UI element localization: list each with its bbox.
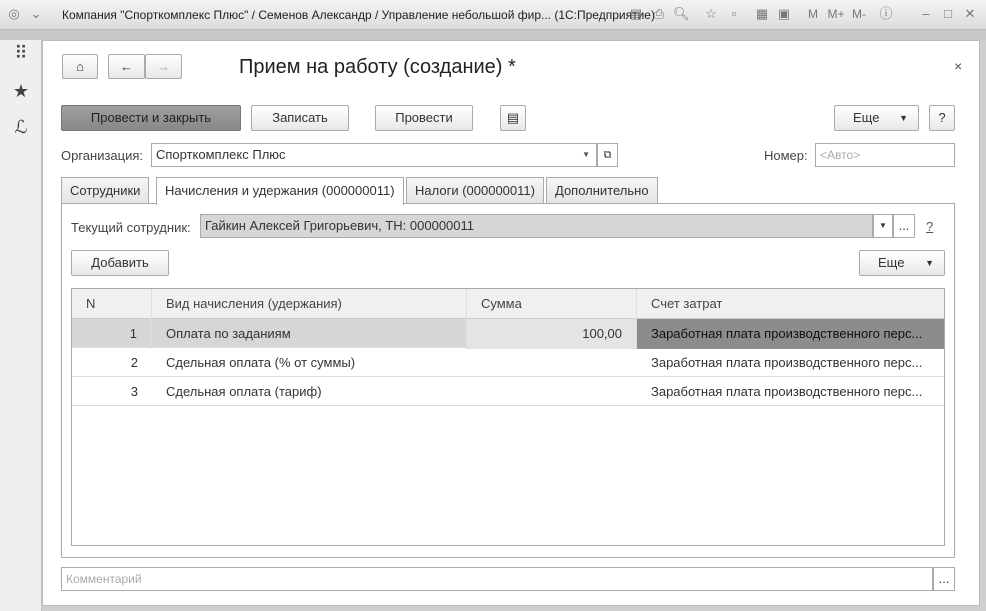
tab-accruals[interactable]: Начисления и удержания (000000011)	[156, 177, 404, 205]
cell-n: 2	[130, 355, 138, 370]
cell-n: 1	[72, 319, 152, 349]
dropdown-arrow-icon[interactable]: ▼	[582, 144, 590, 166]
employee-label: Текущий сотрудник:	[71, 220, 191, 235]
column-header-n[interactable]: N	[72, 289, 152, 319]
back-button[interactable]: ←	[108, 54, 145, 79]
calculator-icon[interactable]: ▦	[754, 6, 770, 22]
more-label: Еще	[853, 110, 880, 125]
add-button[interactable]: Добавить	[71, 250, 169, 276]
cell-n: 3	[130, 384, 138, 399]
number-label: Номер:	[764, 148, 808, 163]
preview-icon[interactable]: 🔍︎	[673, 6, 690, 22]
bookmark-icon[interactable]: ▫	[726, 6, 742, 22]
menu-chevron-icon[interactable]: ⌄	[28, 6, 44, 22]
comment-field[interactable]: Комментарий	[61, 567, 933, 591]
organization-label: Организация:	[61, 148, 144, 163]
table-row[interactable]: 1 Оплата по заданиям 100,00 Заработная п…	[72, 319, 944, 349]
more-label: Еще	[878, 255, 905, 270]
info-icon[interactable]: ⓘ	[878, 6, 894, 22]
column-header-kind[interactable]: Вид начисления (удержания)	[152, 289, 467, 319]
cell-account: Заработная плата производственного перс.…	[651, 384, 923, 399]
table-row[interactable]: 2 Сдельная оплата (% от суммы) Заработна…	[72, 348, 944, 377]
organization-field[interactable]: Спорткомплекс Плюс ▼	[151, 143, 597, 167]
memory-minus-button[interactable]: M-	[849, 6, 869, 22]
history-icon[interactable]: ℒ	[0, 117, 42, 138]
post-and-close-button[interactable]: Провести и закрыть	[61, 105, 241, 131]
cell-sum: 100,00	[467, 319, 637, 349]
organization-value: Спорткомплекс Плюс	[156, 147, 286, 162]
calendar-icon[interactable]: ▣	[776, 6, 792, 22]
cell-sum	[467, 377, 637, 407]
sidebar: ⠿ ★ ℒ	[0, 40, 42, 611]
close-form-button[interactable]: ×	[954, 58, 962, 74]
close-window-icon[interactable]: ✕	[962, 6, 978, 22]
comment-edit-button[interactable]: ...	[933, 567, 955, 591]
tab-taxes[interactable]: Налоги (000000011)	[406, 177, 544, 204]
report-icon[interactable]: ▤	[500, 105, 526, 131]
save-button[interactable]: Записать	[251, 105, 349, 131]
dropdown-arrow-icon: ▼	[925, 258, 934, 268]
accruals-table: N Вид начисления (удержания) Сумма Счет …	[71, 288, 945, 546]
cell-kind: Сдельная оплата (% от суммы)	[166, 355, 356, 370]
cell-account: Заработная плата производственного перс.…	[637, 319, 944, 349]
dropdown-arrow-icon[interactable]: ▼	[873, 214, 893, 238]
memory-plus-button[interactable]: M+	[826, 6, 846, 22]
apps-grid-icon[interactable]: ⠿	[0, 43, 42, 64]
minimize-icon[interactable]: –	[918, 6, 934, 22]
open-organization-icon[interactable]: ⧉	[597, 143, 618, 167]
forward-button[interactable]: →	[145, 54, 182, 79]
tab-employees[interactable]: Сотрудники	[61, 177, 150, 204]
dropdown-arrow-icon: ▼	[899, 113, 908, 123]
title-bar: ◎ ⌄ Компания "Спорткомплекс Плюс" / Семе…	[0, 0, 986, 30]
cell-account: Заработная плата производственного перс.…	[651, 355, 923, 370]
table-row[interactable]: 3 Сдельная оплата (тариф) Заработная пла…	[72, 377, 944, 406]
number-field[interactable]: <Авто>	[815, 143, 955, 167]
tab-additional[interactable]: Дополнительно	[546, 177, 658, 204]
app-logo-icon[interactable]: ◎	[6, 6, 22, 22]
cell-sum	[467, 348, 637, 378]
maximize-icon[interactable]: □	[940, 6, 956, 22]
save-icon[interactable]: ▤	[628, 6, 644, 22]
print-icon[interactable]: ⎙	[651, 6, 667, 22]
employee-help-link[interactable]: ?	[926, 219, 933, 234]
memory-m-button[interactable]: M	[805, 6, 821, 22]
cell-kind: Сдельная оплата (тариф)	[166, 384, 322, 399]
post-button[interactable]: Провести	[375, 105, 473, 131]
help-button[interactable]: ?	[929, 105, 955, 131]
window-band	[0, 30, 986, 40]
home-button[interactable]: ⌂	[62, 54, 98, 79]
favorites-icon[interactable]: ☆	[703, 6, 719, 22]
cell-kind: Оплата по заданиям	[152, 319, 467, 349]
employee-select-button[interactable]: ...	[893, 214, 915, 238]
page-title: Прием на работу (создание) *	[239, 56, 516, 78]
column-header-account[interactable]: Счет затрат	[637, 289, 944, 319]
employee-field[interactable]: Гайкин Алексей Григорьевич, ТН: 00000001…	[200, 214, 873, 238]
more-button[interactable]: Еще ▼	[834, 105, 919, 131]
column-header-sum[interactable]: Сумма	[467, 289, 637, 319]
star-icon[interactable]: ★	[0, 81, 42, 102]
window-title: Компания "Спорткомплекс Плюс" / Семенов …	[62, 8, 655, 22]
table-more-button[interactable]: Еще ▼	[859, 250, 945, 276]
